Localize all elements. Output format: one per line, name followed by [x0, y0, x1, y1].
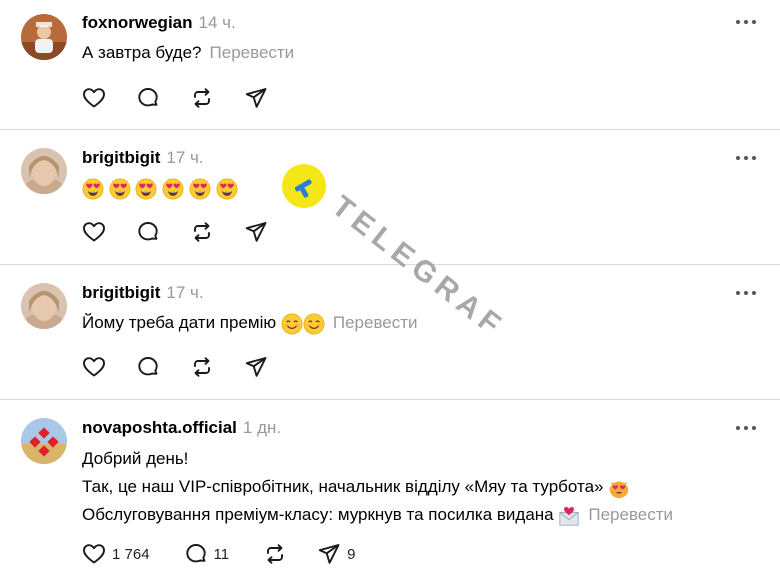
- post-text: [82, 175, 238, 201]
- reply-button[interactable]: [136, 86, 160, 110]
- thread-post: brigitbigit 17 ч. Йому треба дати премію …: [0, 265, 780, 400]
- more-options-icon[interactable]: [736, 19, 756, 25]
- post-header: foxnorwegian 14 ч.: [82, 12, 236, 34]
- share-button[interactable]: [244, 86, 268, 110]
- text-line: Так, це наш VIP-співробітник, начальник …: [82, 477, 604, 496]
- heart-eyes-icon: [109, 178, 131, 200]
- translate-link[interactable]: Перевести: [210, 43, 295, 62]
- translate-link[interactable]: Перевести: [333, 313, 418, 332]
- heart-eyes-icon: [82, 178, 104, 200]
- post-text: Добрий день! Так, це наш VIP-співробітни…: [82, 445, 673, 529]
- share-icon: [244, 86, 268, 110]
- heart-eyes-icon: [216, 178, 238, 200]
- post-time: 14 ч.: [198, 13, 236, 32]
- post-header: novaposhta.official 1 дн.: [82, 417, 281, 439]
- action-bar: [82, 85, 298, 111]
- heart-icon: [82, 542, 106, 566]
- username[interactable]: novaposhta.official: [82, 418, 237, 437]
- username[interactable]: foxnorwegian: [82, 13, 193, 32]
- like-button[interactable]: [82, 86, 106, 110]
- translate-link[interactable]: Перевести: [588, 505, 673, 524]
- heart-eyes-cat-icon: [608, 477, 630, 499]
- post-header: brigitbigit 17 ч.: [82, 282, 204, 304]
- text-line: Добрий день!: [82, 449, 189, 468]
- reply-icon: [136, 220, 160, 244]
- share-button[interactable]: [244, 220, 268, 244]
- share-count: 9: [347, 545, 356, 563]
- repost-icon: [190, 220, 214, 244]
- avatar[interactable]: [21, 14, 67, 60]
- thread-post: foxnorwegian 14 ч. А завтра буде? Перевест…: [0, 0, 780, 130]
- heart-icon: [82, 355, 106, 379]
- repost-icon: [190, 355, 214, 379]
- reply-icon: [136, 86, 160, 110]
- thread-post: novaposhta.official 1 дн. Добрий день! Та…: [0, 400, 780, 580]
- more-options-icon[interactable]: [736, 290, 756, 296]
- share-icon: [244, 355, 268, 379]
- post-header: brigitbigit 17 ч.: [82, 147, 204, 169]
- reply-icon: [136, 355, 160, 379]
- reply-button[interactable]: [136, 220, 160, 244]
- avatar[interactable]: [21, 283, 67, 329]
- heart-eyes-icon: [135, 178, 157, 200]
- heart-icon: [82, 220, 106, 244]
- text-line: Йому треба дати премію: [82, 313, 277, 332]
- repost-button[interactable]: [190, 220, 214, 244]
- share-button[interactable]: [244, 355, 268, 379]
- text-line: Обслуговування преміум-класу: муркнув та…: [82, 505, 554, 524]
- like-button[interactable]: [82, 355, 106, 379]
- heart-eyes-icon: [162, 178, 184, 200]
- repost-icon: [263, 542, 287, 566]
- heart-icon: [82, 86, 106, 110]
- heart-eyes-icon: [189, 178, 211, 200]
- text-line-wrapper: Обслуговування преміум-класу: муркнув та…: [82, 501, 673, 529]
- username[interactable]: brigitbigit: [82, 283, 160, 302]
- more-options-icon[interactable]: [736, 425, 756, 431]
- like-count: 1 764: [112, 545, 150, 563]
- repost-button[interactable]: [190, 355, 214, 379]
- smiling-face-icon: [281, 313, 303, 335]
- post-text: Йому треба дати премію Перевести: [82, 310, 418, 336]
- text-line-wrapper: Так, це наш VIP-співробітник, начальник …: [82, 473, 673, 501]
- avatar[interactable]: [21, 418, 67, 464]
- post-time: 17 ч.: [166, 148, 204, 167]
- envelope-with-heart-icon: [558, 505, 580, 527]
- share-icon: [317, 542, 341, 566]
- repost-button[interactable]: [190, 86, 214, 110]
- post-text: А завтра буде? Перевести: [82, 40, 294, 66]
- more-options-icon[interactable]: [736, 155, 756, 161]
- repost-button[interactable]: [263, 542, 287, 566]
- like-button[interactable]: [82, 220, 106, 244]
- action-bar: [82, 219, 298, 245]
- post-time: 17 ч.: [166, 283, 204, 302]
- reply-icon: [184, 542, 208, 566]
- smiling-face-icon: [303, 313, 325, 335]
- thread-post: brigitbigit 17 ч.: [0, 130, 780, 265]
- text-line: А завтра буде?: [82, 43, 202, 62]
- reply-button[interactable]: 11: [184, 542, 234, 566]
- action-bar: [82, 354, 298, 380]
- share-button[interactable]: 9: [317, 542, 359, 566]
- repost-icon: [190, 86, 214, 110]
- reply-button[interactable]: [136, 355, 160, 379]
- username[interactable]: brigitbigit: [82, 148, 160, 167]
- share-icon: [244, 220, 268, 244]
- action-bar: 1 764 11 9: [82, 541, 389, 567]
- reply-count: 11: [213, 545, 230, 563]
- like-button[interactable]: 1 764: [82, 542, 154, 566]
- post-time: 1 дн.: [242, 418, 282, 437]
- avatar[interactable]: [21, 148, 67, 194]
